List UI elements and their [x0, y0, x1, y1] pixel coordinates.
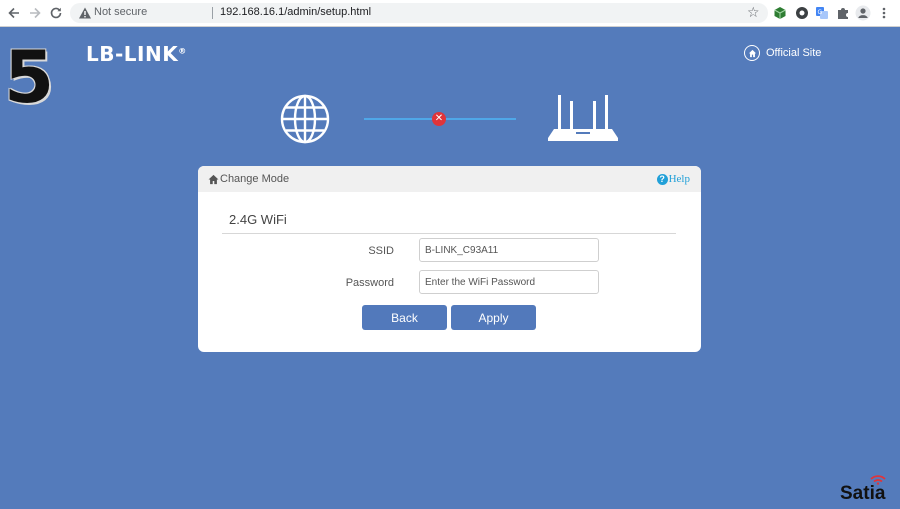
- bookmark-star-icon[interactable]: ☆: [747, 4, 760, 21]
- watermark-text: Satia: [840, 483, 886, 504]
- ssid-label: SSID: [368, 245, 394, 257]
- router-icon: [548, 95, 618, 141]
- official-site-label: Official Site: [766, 47, 822, 59]
- url-text[interactable]: 192.168.16.1/admin/setup.html: [220, 6, 371, 18]
- change-mode-label: Change Mode: [220, 173, 290, 185]
- translate-icon[interactable]: G: [814, 5, 830, 21]
- extensions-puzzle-icon[interactable]: [835, 5, 851, 21]
- router-setup-page: 5 LB-LINK® Official Site ✕ Change Mode ?…: [0, 27, 900, 509]
- globe-icon: [280, 94, 330, 144]
- step-number: 5: [4, 35, 55, 119]
- not-secure-label[interactable]: Not secure: [94, 6, 147, 18]
- address-bar[interactable]: Not secure 192.168.16.1/admin/setup.html…: [70, 3, 768, 23]
- brand-logo: LB-LINK®: [86, 42, 187, 66]
- help-question-icon: ?: [656, 173, 668, 185]
- home-icon: [744, 45, 760, 61]
- apply-button[interactable]: Apply: [451, 305, 536, 330]
- warning-icon: [78, 6, 92, 20]
- password-input[interactable]: [419, 270, 599, 294]
- profile-avatar-icon[interactable]: [855, 5, 871, 21]
- reload-icon[interactable]: [47, 4, 65, 22]
- trademark-symbol: ®: [178, 46, 187, 56]
- password-label: Password: [345, 277, 394, 289]
- official-site-link[interactable]: Official Site: [744, 43, 821, 63]
- menu-dots-icon[interactable]: [876, 5, 892, 21]
- ssid-input[interactable]: [419, 238, 599, 262]
- back-arrow-icon[interactable]: [5, 4, 23, 22]
- change-mode-link[interactable]: Change Mode: [208, 173, 289, 185]
- panel-header: Change Mode ? Help: [198, 166, 701, 192]
- brand-logo-text: LB-LINK: [86, 42, 179, 66]
- help-label: Help: [668, 173, 690, 185]
- url-separator: [212, 7, 213, 19]
- watermark: Satia: [838, 475, 900, 509]
- browser-toolbar: Not secure 192.168.16.1/admin/setup.html…: [0, 0, 900, 27]
- extension-cube-icon[interactable]: [772, 5, 788, 21]
- wifi-setup-panel: Change Mode ? Help 2.4G WiFi SSID Passwo…: [198, 166, 701, 352]
- forward-arrow-icon[interactable]: [26, 4, 44, 22]
- back-button[interactable]: Back: [362, 305, 447, 330]
- section-divider: [222, 233, 676, 234]
- section-title: 2.4G WiFi: [229, 212, 287, 227]
- connection-error-icon: ✕: [432, 112, 446, 126]
- help-link[interactable]: ? Help: [656, 173, 690, 185]
- extension-circle-icon[interactable]: [794, 5, 810, 21]
- home-icon: [208, 174, 219, 184]
- svg-text:G: G: [818, 9, 823, 16]
